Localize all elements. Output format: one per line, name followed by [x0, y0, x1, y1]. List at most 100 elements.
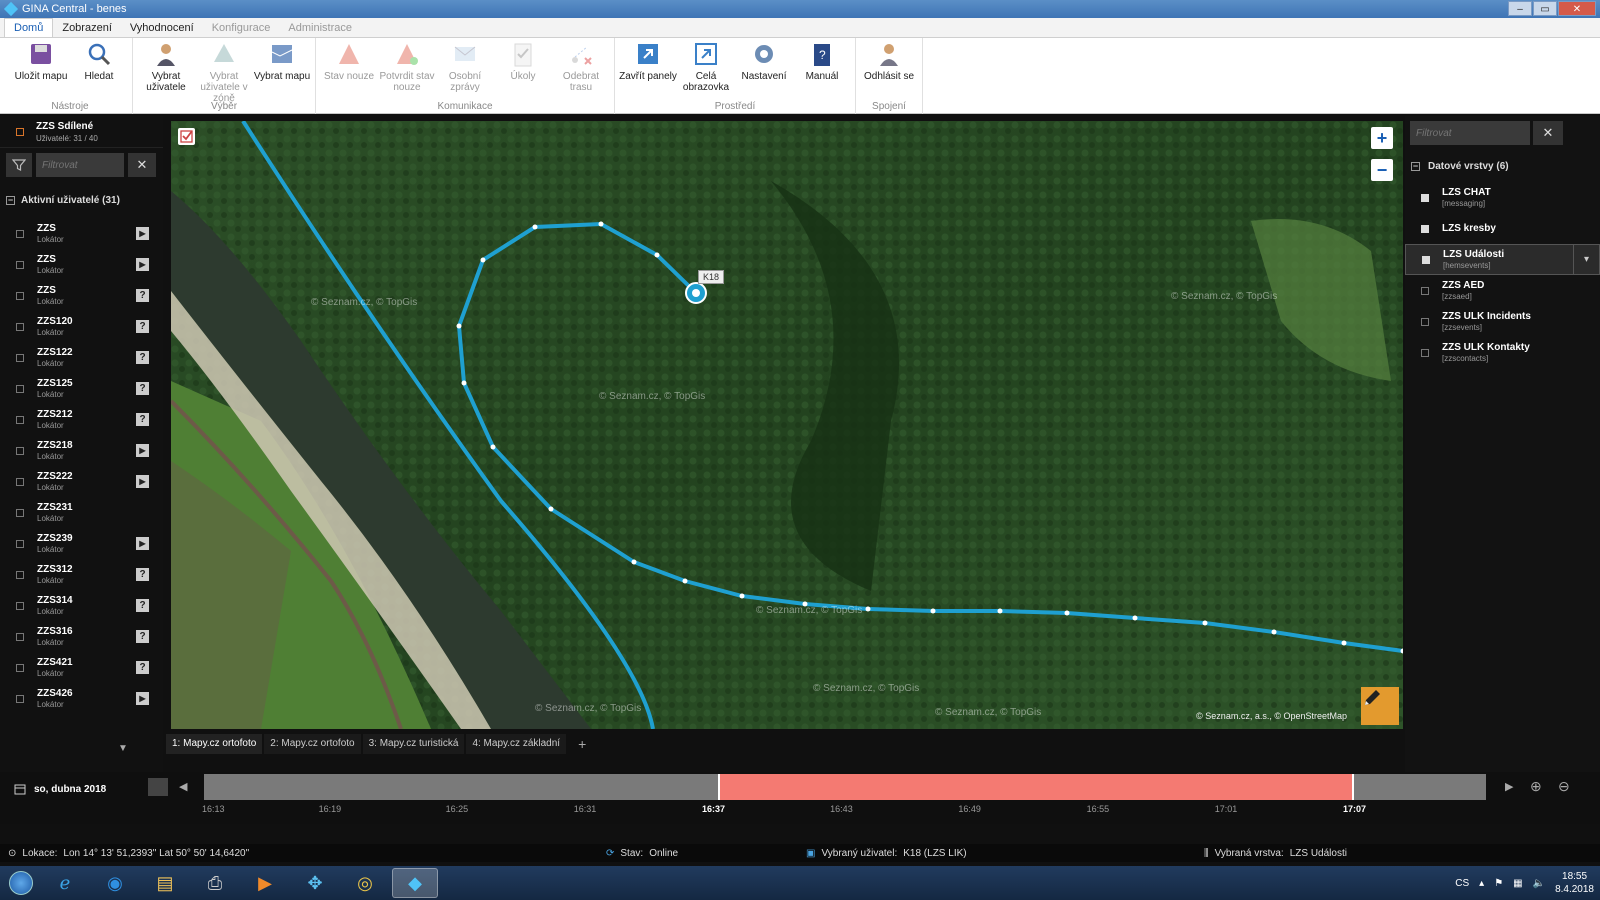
route-point[interactable]	[532, 224, 538, 230]
help-icon[interactable]: ?	[136, 599, 149, 612]
route-point[interactable]	[490, 444, 496, 450]
user-checkbox[interactable]	[16, 384, 24, 393]
user-row[interactable]: ZZS222 Lokátor ▶	[0, 466, 163, 497]
play-icon[interactable]: ▶	[136, 444, 149, 457]
close-button[interactable]: ✕	[1558, 1, 1596, 16]
route-point[interactable]	[1202, 620, 1208, 626]
route-point[interactable]	[1064, 610, 1070, 616]
taskbar-ie-button[interactable]: ℯ	[42, 868, 88, 898]
zoom-in-button[interactable]: +	[1371, 127, 1393, 149]
map-tab-3[interactable]: 3: Mapy.cz turistická	[362, 734, 465, 754]
timeline-zoom-out-icon[interactable]: ⊖	[1558, 778, 1570, 795]
timeline-zoom-in-icon[interactable]: ⊕	[1530, 778, 1542, 795]
user-row[interactable]: ZZS Lokátor ▶	[0, 218, 163, 249]
map-canvas[interactable]	[171, 121, 1403, 729]
filter-icon[interactable]	[6, 153, 32, 177]
zoom-out-button[interactable]: −	[1371, 159, 1393, 181]
route-point[interactable]	[1132, 615, 1138, 621]
route-point[interactable]	[631, 559, 637, 565]
play-icon[interactable]: ▶	[136, 258, 149, 271]
user-checkbox[interactable]	[16, 291, 24, 300]
start-button[interactable]	[4, 868, 38, 898]
user-row[interactable]: ZZS421 Lokátor?	[0, 652, 163, 683]
scroll-down-icon[interactable]: ▼	[118, 743, 128, 754]
user-row[interactable]: ZZS239 Lokátor ▶	[0, 528, 163, 559]
route-point[interactable]	[456, 323, 462, 329]
clear-filter-button[interactable]: ✕	[128, 153, 156, 177]
tab-1[interactable]: Zobrazení	[53, 19, 121, 37]
taskbar-network-button[interactable]: ✥	[292, 868, 338, 898]
user-row[interactable]: ZZS212 Lokátor?	[0, 404, 163, 435]
layer-checkbox[interactable]	[1421, 286, 1429, 295]
play-icon[interactable]: ▶	[136, 537, 149, 550]
user-checkbox[interactable]	[16, 694, 24, 703]
user-row[interactable]: ZZS426 Lokátor ▶	[0, 683, 163, 714]
layer-checkbox[interactable]	[1421, 348, 1429, 357]
user-checkbox[interactable]	[16, 322, 24, 331]
timeline-selection[interactable]	[718, 774, 1354, 800]
user-checkbox[interactable]	[16, 415, 24, 424]
volume-icon[interactable]: 🔈	[1533, 878, 1545, 889]
timeline-forward-icon[interactable]: ▶	[1505, 780, 1513, 793]
user-row[interactable]: ZZS316 Lokátor?	[0, 621, 163, 652]
add-map-tab-button[interactable]: +	[568, 734, 596, 754]
layer-row[interactable]: LZS Události [hemsevents] ▾	[1405, 244, 1600, 275]
user-checkbox[interactable]	[16, 477, 24, 486]
flag-icon[interactable]: ⚑	[1494, 878, 1503, 889]
minimize-button[interactable]: –	[1508, 1, 1532, 16]
user-checkbox[interactable]	[16, 508, 24, 517]
timeline-bar[interactable]	[204, 774, 1486, 800]
route-point[interactable]	[865, 606, 871, 612]
shared-group-header[interactable]: ZZS Sdílené Uživatelé: 31 / 40	[0, 116, 163, 148]
tab-0[interactable]: Domů	[4, 18, 54, 37]
taskbar-gina-button[interactable]: ◆	[392, 868, 438, 898]
route-point[interactable]	[1341, 640, 1347, 646]
help-icon[interactable]: ?	[136, 320, 149, 333]
user-checkbox[interactable]	[16, 260, 24, 269]
tab-2[interactable]: Vyhodnocení	[121, 19, 203, 37]
play-icon[interactable]: ▶	[136, 475, 149, 488]
tray-arrow-icon[interactable]: ▴	[1479, 878, 1484, 889]
language-indicator[interactable]: CS	[1455, 878, 1469, 889]
taskbar-chrome-button[interactable]: ◎	[342, 868, 388, 898]
route-point[interactable]	[548, 506, 554, 512]
user-checkbox[interactable]	[16, 446, 24, 455]
play-icon[interactable]: ▶	[136, 692, 149, 705]
map-tab-2[interactable]: 2: Mapy.cz ortofoto	[264, 734, 361, 754]
play-icon[interactable]: ▶	[136, 227, 149, 240]
collapse-icon[interactable]: −	[6, 195, 15, 205]
data-layers-group[interactable]: − Datové vrstvy (6)	[1405, 150, 1600, 182]
user-row[interactable]: ZZS312 Lokátor?	[0, 559, 163, 590]
chevron-down-icon[interactable]: ▾	[1573, 245, 1599, 274]
route-point[interactable]	[930, 608, 936, 614]
route-point[interactable]	[997, 608, 1003, 614]
layer-filter-input[interactable]	[1410, 121, 1530, 145]
shared-checkbox[interactable]	[16, 127, 24, 136]
help-icon[interactable]: ?	[136, 289, 149, 302]
network-tray-icon[interactable]: ▦	[1513, 878, 1522, 889]
user-checkbox[interactable]	[16, 570, 24, 579]
timeline-date[interactable]: so, dubna 2018	[14, 783, 106, 795]
map-view[interactable]: K18 © Seznam.cz, © TopGis © Seznam.cz, ©…	[171, 121, 1403, 729]
help-icon[interactable]: ?	[136, 382, 149, 395]
camera-icon[interactable]	[148, 778, 168, 796]
user-row[interactable]: ZZS231 Lokátor	[0, 497, 163, 528]
user-checkbox[interactable]	[16, 601, 24, 610]
help-icon[interactable]: ?	[136, 661, 149, 674]
user-filter-input[interactable]	[36, 153, 124, 177]
map-tab-4[interactable]: 4: Mapy.cz základní	[466, 734, 567, 754]
clock[interactable]: 18:55 8.4.2018	[1555, 870, 1594, 896]
clear-layer-filter-button[interactable]: ✕	[1533, 121, 1563, 145]
help-icon[interactable]: ?	[136, 413, 149, 426]
help-icon[interactable]: ?	[136, 568, 149, 581]
map-select-checkbox-icon[interactable]	[178, 128, 195, 145]
layer-row[interactable]: ZZS AED [zzsaed]	[1405, 275, 1600, 306]
route-point[interactable]	[1271, 629, 1277, 635]
active-users-group[interactable]: − Aktivní uživatelé (31)	[0, 182, 163, 218]
user-checkbox[interactable]	[16, 539, 24, 548]
taskbar-media-button[interactable]: ▶	[242, 868, 288, 898]
help-icon[interactable]: ?	[136, 351, 149, 364]
route-point[interactable]	[739, 593, 745, 599]
layer-row[interactable]: ZZS ULK Incidents [zzsevents]	[1405, 306, 1600, 337]
route-point[interactable]	[682, 578, 688, 584]
